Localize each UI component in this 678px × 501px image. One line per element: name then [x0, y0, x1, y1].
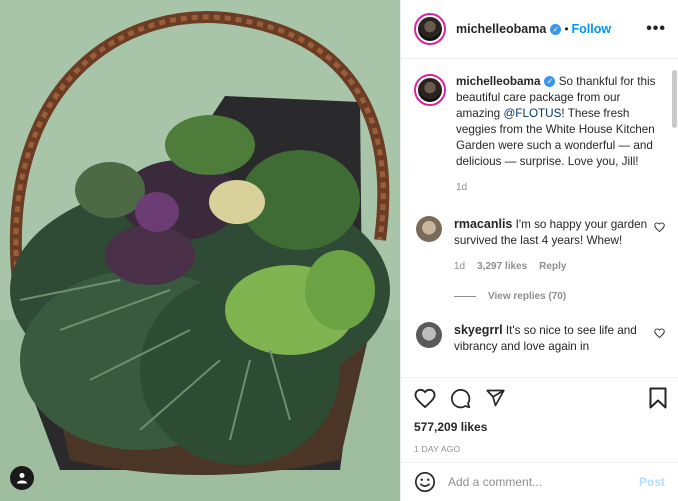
avatar[interactable]	[416, 216, 442, 242]
verified-badge-icon: ✓	[550, 23, 562, 35]
verified-badge-icon: ✓	[544, 76, 556, 88]
action-buttons	[414, 386, 667, 410]
bookmark-icon[interactable]	[649, 387, 667, 409]
post-timestamp[interactable]: 1 DAY AGO	[414, 444, 667, 454]
caption-text: michelleobama ✓ So thankful for this beau…	[456, 74, 666, 196]
emoji-icon[interactable]	[414, 471, 436, 493]
avatar[interactable]	[414, 74, 446, 106]
caption: michelleobama ✓ So thankful for this beau…	[414, 74, 667, 196]
caption-timestamp[interactable]: 1d	[456, 180, 666, 196]
post-actions: 577,209 likes 1 DAY AGO	[401, 377, 678, 463]
post-photo[interactable]	[0, 0, 400, 501]
post-comment-button[interactable]: Post	[639, 475, 665, 489]
comment-item: skyegrrl It's so nice to see life and vi…	[414, 322, 667, 355]
username-link[interactable]: michelleobama	[456, 22, 546, 36]
comment-username-link[interactable]: skyegrrl	[454, 323, 503, 337]
post-header: michelleobama ✓ • Follow •••	[401, 0, 678, 59]
comments-scrollbar[interactable]	[672, 70, 677, 128]
avatar[interactable]	[416, 322, 442, 348]
post-details-panel: michelleobama ✓ • Follow ••• michelleoba…	[400, 0, 678, 501]
separator-dot: •	[564, 22, 569, 36]
mention-link[interactable]: @FLOTUS	[503, 107, 561, 120]
avatar[interactable]	[414, 13, 446, 45]
replies-divider	[454, 296, 476, 297]
comment-item: rmacanlis I'm so happy your garden survi…	[414, 216, 667, 275]
more-options-button[interactable]: •••	[646, 20, 666, 38]
tag-people-button[interactable]	[10, 466, 34, 490]
comment-timestamp[interactable]: 1d	[454, 259, 465, 275]
heart-icon[interactable]	[414, 388, 436, 408]
caption-username-link[interactable]: michelleobama	[456, 75, 540, 88]
comment-body: rmacanlis I'm so happy your garden survi…	[454, 216, 659, 275]
comment-icon[interactable]	[450, 388, 471, 409]
view-replies-button[interactable]: View replies (70)	[454, 291, 667, 302]
user-tag-icon	[17, 473, 27, 484]
follow-button[interactable]: Follow	[572, 22, 612, 36]
comment-input[interactable]	[448, 475, 639, 489]
comment-meta: 1d 3,297 likes Reply	[454, 259, 659, 275]
heart-icon[interactable]	[654, 222, 665, 232]
likes-count[interactable]: 577,209 likes	[414, 420, 667, 434]
reply-button[interactable]: Reply	[539, 259, 566, 275]
header-info: michelleobama ✓ • Follow	[456, 22, 611, 36]
comments-list[interactable]: michelleobama ✓ So thankful for this beau…	[401, 60, 678, 376]
comment-likes[interactable]: 3,297 likes	[477, 259, 527, 275]
share-icon[interactable]	[485, 388, 506, 408]
comment-username-link[interactable]: rmacanlis	[454, 217, 512, 231]
view-replies-label: View replies (70)	[488, 291, 567, 302]
vegetable-basket-image	[0, 0, 400, 501]
heart-icon[interactable]	[654, 328, 665, 338]
add-comment-bar: Post	[401, 462, 678, 501]
comment-body: skyegrrl It's so nice to see life and vi…	[454, 322, 659, 355]
